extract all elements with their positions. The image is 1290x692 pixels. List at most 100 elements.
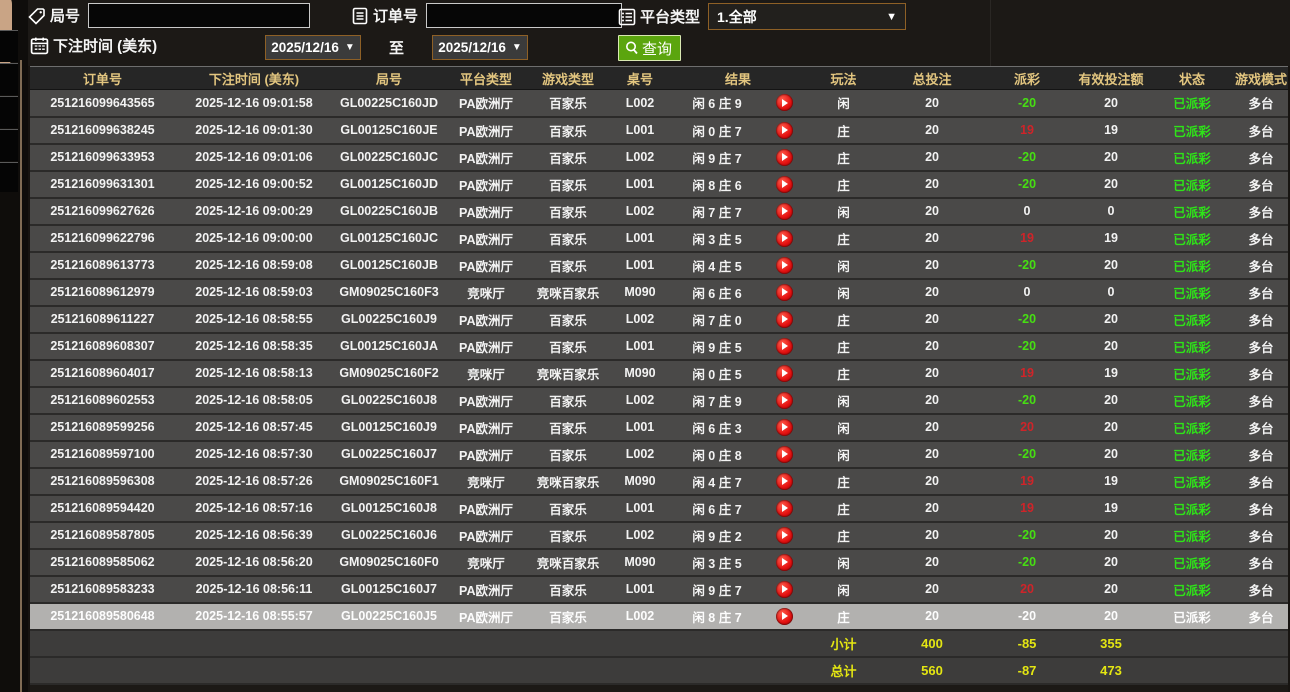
header-bet-time[interactable]: 下注时间 (美东) (175, 66, 333, 90)
cell-result: 闲 9 庄 7 (671, 575, 763, 604)
cell-result: 闲 0 庄 8 (671, 440, 763, 469)
header-valid-bet[interactable]: 有效投注额 (1072, 66, 1151, 90)
header-total-bet[interactable]: 总投注 (882, 66, 983, 90)
play-replay-icon[interactable] (775, 553, 793, 571)
play-replay-icon[interactable] (775, 283, 793, 301)
cell-bet-time: 2025-12-16 08:56:20 (175, 548, 333, 577)
header-game-type[interactable]: 游戏类型 (527, 66, 609, 90)
table-row[interactable]: 251216089604017 2025-12-16 08:58:13 GM09… (30, 359, 1289, 388)
cell-replay (763, 197, 806, 226)
cell-game-mode: 多台 (1234, 278, 1289, 307)
subtotal-total-bet: 400 (882, 629, 983, 658)
table-row[interactable]: 251216089585062 2025-12-16 08:56:20 GM09… (30, 548, 1289, 577)
table-row[interactable]: 251216089596308 2025-12-16 08:57:26 GM09… (30, 467, 1289, 496)
cell-game-mode: 多台 (1234, 467, 1289, 496)
header-order-no[interactable]: 订单号 (30, 66, 175, 90)
table-row[interactable]: 251216089611227 2025-12-16 08:58:55 GL00… (30, 305, 1289, 334)
cell-replay (763, 332, 806, 361)
table-row[interactable]: 251216089602553 2025-12-16 08:58:05 GL00… (30, 386, 1289, 415)
cell-game-type: 百家乐 (527, 197, 609, 226)
date-from-picker[interactable]: 2025/12/16 ▼ (265, 35, 361, 60)
cell-order-no: 251216089583233 (30, 575, 175, 604)
cell-valid-bet: 20 (1072, 386, 1151, 415)
cell-round-no: GM09025C160F0 (333, 548, 445, 577)
table-row[interactable]: 251216089594420 2025-12-16 08:57:16 GL00… (30, 494, 1289, 523)
table-row[interactable]: 251216089597100 2025-12-16 08:57:30 GL00… (30, 440, 1289, 469)
header-game-mode[interactable]: 游戏模式 (1234, 66, 1289, 90)
table-row[interactable]: 251216099643565 2025-12-16 09:01:58 GL00… (30, 89, 1289, 118)
play-replay-icon[interactable] (775, 256, 793, 274)
table-row[interactable]: 251216099633953 2025-12-16 09:01:06 GL00… (30, 143, 1289, 172)
table-row[interactable]: 251216099627626 2025-12-16 09:00:29 GL00… (30, 197, 1289, 226)
cell-game-type: 百家乐 (527, 575, 609, 604)
bet-records-table: 订单号 下注时间 (美东) 局号 平台类型 游戏类型 桌号 结果 玩法 总投注 … (30, 66, 1289, 692)
cell-payout: -20 (982, 440, 1073, 469)
table-row[interactable]: 251216089612979 2025-12-16 08:59:03 GM09… (30, 278, 1289, 307)
header-result[interactable]: 结果 (671, 66, 806, 90)
cell-round-no: GL00225C160JD (333, 89, 445, 118)
table-row[interactable]: 251216089583233 2025-12-16 08:56:11 GL00… (30, 575, 1289, 604)
table-row[interactable]: 251216099631301 2025-12-16 09:00:52 GL00… (30, 170, 1289, 199)
subtotal-row: 小计 400 -85 355 (30, 629, 1289, 658)
cell-game-type: 竞咪百家乐 (527, 278, 609, 307)
play-replay-icon[interactable] (775, 418, 793, 436)
play-replay-icon[interactable] (775, 526, 793, 544)
header-bet-type[interactable]: 玩法 (805, 66, 883, 90)
cell-valid-bet: 20 (1072, 89, 1151, 118)
date-to-separator: 至 (389, 40, 405, 57)
cell-valid-bet: 20 (1072, 170, 1151, 199)
play-replay-icon[interactable] (775, 472, 793, 490)
cell-payout: -20 (982, 548, 1073, 577)
play-replay-icon[interactable] (775, 202, 793, 220)
play-replay-icon[interactable] (775, 337, 793, 355)
platform-type-select[interactable]: 1.全部 ▼ (708, 3, 907, 30)
play-replay-icon[interactable] (775, 445, 793, 463)
play-replay-icon[interactable] (775, 499, 793, 517)
cell-total-bet: 20 (882, 494, 983, 523)
search-button[interactable]: 查询 (618, 35, 682, 61)
cell-game-type: 百家乐 (527, 413, 609, 442)
cell-game-mode: 多台 (1234, 521, 1289, 550)
cell-valid-bet: 20 (1072, 521, 1151, 550)
cell-status: 已派彩 (1150, 224, 1235, 253)
table-row[interactable]: 251216089608307 2025-12-16 08:58:35 GL00… (30, 332, 1289, 361)
header-status[interactable]: 状态 (1150, 66, 1235, 90)
cell-game-type: 百家乐 (527, 494, 609, 523)
cell-round-no: GL00125C160JD (333, 170, 445, 199)
cell-bet-time: 2025-12-16 09:00:52 (175, 170, 333, 199)
header-payout[interactable]: 派彩 (982, 66, 1073, 90)
cell-game-mode: 多台 (1234, 170, 1289, 199)
cell-platform: PA欧洲厅 (445, 143, 527, 172)
date-to-picker[interactable]: 2025/12/16 ▼ (432, 35, 529, 60)
cell-order-no: 251216089597100 (30, 440, 175, 469)
play-replay-icon[interactable] (775, 580, 793, 598)
table-row[interactable]: 251216089580648 2025-12-16 08:55:57 GL00… (30, 602, 1289, 631)
play-replay-icon[interactable] (775, 121, 793, 139)
play-replay-icon[interactable] (775, 607, 793, 625)
header-round-no[interactable]: 局号 (333, 66, 445, 90)
cell-total-bet: 20 (882, 602, 983, 631)
table-row[interactable]: 251216089587805 2025-12-16 08:56:39 GL00… (30, 521, 1289, 550)
table-row[interactable]: 251216099622796 2025-12-16 09:00:00 GL00… (30, 224, 1289, 253)
cell-table-no: M090 (609, 278, 671, 307)
cell-valid-bet: 20 (1072, 440, 1151, 469)
cell-status: 已派彩 (1150, 467, 1235, 496)
header-table-no[interactable]: 桌号 (609, 66, 671, 90)
table-row[interactable]: 251216089613773 2025-12-16 08:59:08 GL00… (30, 251, 1289, 280)
play-replay-icon[interactable] (775, 175, 793, 193)
cell-bet-time: 2025-12-16 08:57:26 (175, 467, 333, 496)
cell-bet-time: 2025-12-16 08:58:05 (175, 386, 333, 415)
round-no-input[interactable] (88, 3, 311, 28)
header-platform[interactable]: 平台类型 (445, 66, 527, 90)
play-replay-icon[interactable] (775, 310, 793, 328)
play-replay-icon[interactable] (775, 229, 793, 247)
play-replay-icon[interactable] (775, 94, 793, 112)
order-no-input[interactable] (426, 3, 623, 28)
table-row[interactable]: 251216099638245 2025-12-16 09:01:30 GL00… (30, 116, 1289, 145)
cell-valid-bet: 19 (1072, 224, 1151, 253)
play-replay-icon[interactable] (775, 148, 793, 166)
table-row[interactable]: 251216089599256 2025-12-16 08:57:45 GL00… (30, 413, 1289, 442)
cell-bet-time: 2025-12-16 08:55:57 (175, 602, 333, 631)
play-replay-icon[interactable] (775, 391, 793, 409)
play-replay-icon[interactable] (775, 364, 793, 382)
